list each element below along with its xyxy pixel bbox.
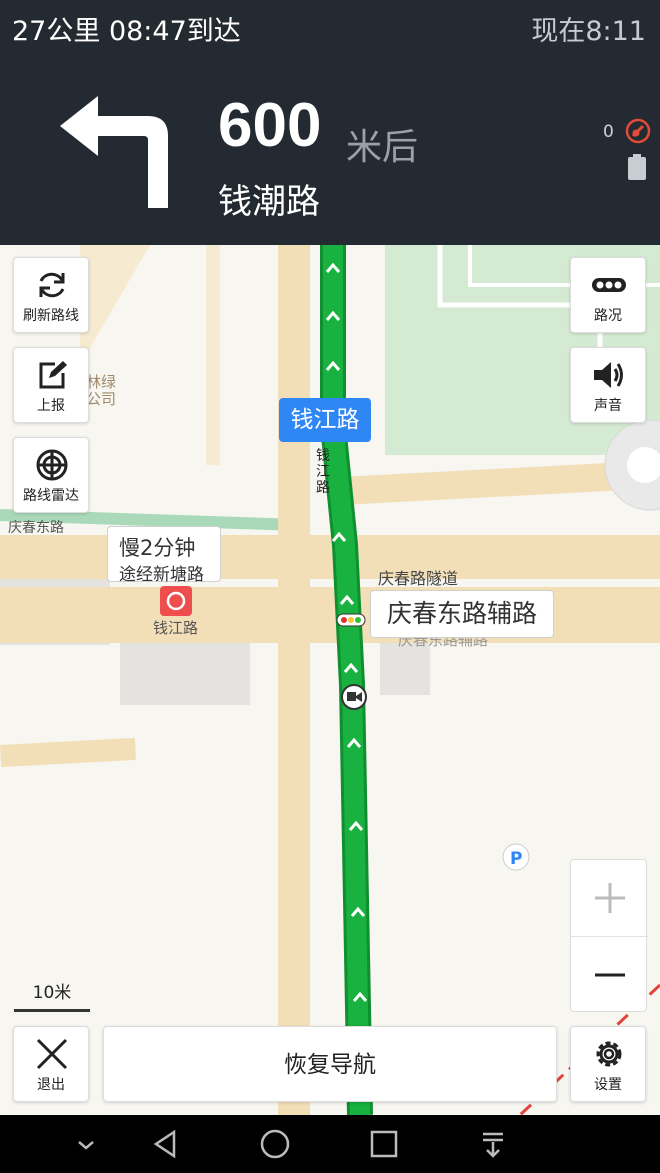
refresh-route-button[interactable]: 刷新路线 xyxy=(13,257,89,333)
map-scale: 10米 xyxy=(14,978,90,1012)
trip-info: 27公里 08:47到达 xyxy=(12,16,241,47)
sound-button[interactable]: 声音 xyxy=(570,347,646,423)
gps-satellite-count: 0 xyxy=(603,122,614,142)
distance-value: 600 xyxy=(218,91,322,160)
route-road-char: 路 xyxy=(316,480,330,496)
traffic-button[interactable]: 路况 xyxy=(570,257,646,333)
map-label-tunnel: 庆春路隧道 xyxy=(378,569,459,588)
plus-icon xyxy=(595,883,625,913)
notification-pull-icon[interactable] xyxy=(477,1128,509,1160)
svg-text:P: P xyxy=(510,849,522,869)
battery-icon xyxy=(628,154,646,180)
map-label-station: 钱江路 xyxy=(153,619,199,637)
route-radar-label: 路线雷达 xyxy=(23,488,79,504)
road-name-callout[interactable]: 庆春东路辅路 xyxy=(370,590,554,638)
traffic-label: 路况 xyxy=(594,308,622,324)
traffic-delay-callout[interactable]: 慢2分钟 途经新塘路 xyxy=(107,526,221,585)
scale-bar xyxy=(14,1009,90,1012)
sound-label: 声音 xyxy=(594,398,622,414)
recents-icon[interactable] xyxy=(368,1128,400,1160)
resume-navigation-button[interactable]: 恢复导航 xyxy=(103,1026,557,1102)
zoom-out-button[interactable] xyxy=(571,937,648,1013)
speaker-icon xyxy=(594,362,623,388)
current-time: 现在8:11 xyxy=(531,16,646,47)
next-road-name: 钱潮路 xyxy=(218,182,320,222)
system-nav-bar xyxy=(0,1115,660,1173)
settings-label: 设置 xyxy=(594,1077,622,1093)
route-road-char: 江 xyxy=(316,464,330,480)
chevron-down-icon[interactable] xyxy=(70,1128,102,1160)
traffic-delay-text: 慢2分钟 xyxy=(119,536,196,560)
current-road-tag: 钱江路 xyxy=(279,398,371,442)
guidance-panel: 600 米后 钱潮路 0 xyxy=(0,52,660,245)
route-radar-button[interactable]: 路线雷达 xyxy=(13,437,89,513)
scale-label: 10米 xyxy=(32,983,72,1003)
traffic-light-icon xyxy=(592,278,626,292)
report-button[interactable]: 上报 xyxy=(13,347,89,423)
turn-left-arrow-icon xyxy=(60,96,168,208)
status-bar: 27公里 08:47到达 现在8:11 xyxy=(0,0,660,52)
report-label: 上报 xyxy=(37,398,65,414)
route-road-label: 钱 江 路 xyxy=(316,448,336,496)
gear-icon xyxy=(596,1041,622,1067)
zoom-in-button[interactable] xyxy=(571,860,648,936)
settings-button[interactable]: 设置 xyxy=(570,1026,646,1102)
home-icon[interactable] xyxy=(259,1128,291,1160)
edit-icon xyxy=(39,361,67,389)
map-label-poi-2: 公司 xyxy=(86,390,117,408)
close-icon xyxy=(36,1038,68,1070)
back-icon[interactable] xyxy=(150,1128,182,1160)
map-label-left-road: 庆春东路 xyxy=(8,520,64,536)
refresh-route-label: 刷新路线 xyxy=(23,308,79,324)
gps-signal-icon xyxy=(625,118,651,144)
route-road-char: 钱 xyxy=(316,448,330,464)
refresh-icon xyxy=(39,272,65,298)
exit-label: 退出 xyxy=(37,1077,65,1093)
minus-icon xyxy=(595,973,625,977)
zoom-control xyxy=(570,859,648,1013)
traffic-via-text: 途经新塘路 xyxy=(119,565,204,585)
radar-crosshair-icon xyxy=(36,449,68,481)
exit-button[interactable]: 退出 xyxy=(13,1026,89,1102)
distance-unit: 米后 xyxy=(346,127,419,168)
map-view[interactable]: P 钱 江 路 庆春东路 庆春路隧道 钱江路 林绿 公司 庆春东路辅路 钱江路 … xyxy=(0,245,660,1115)
